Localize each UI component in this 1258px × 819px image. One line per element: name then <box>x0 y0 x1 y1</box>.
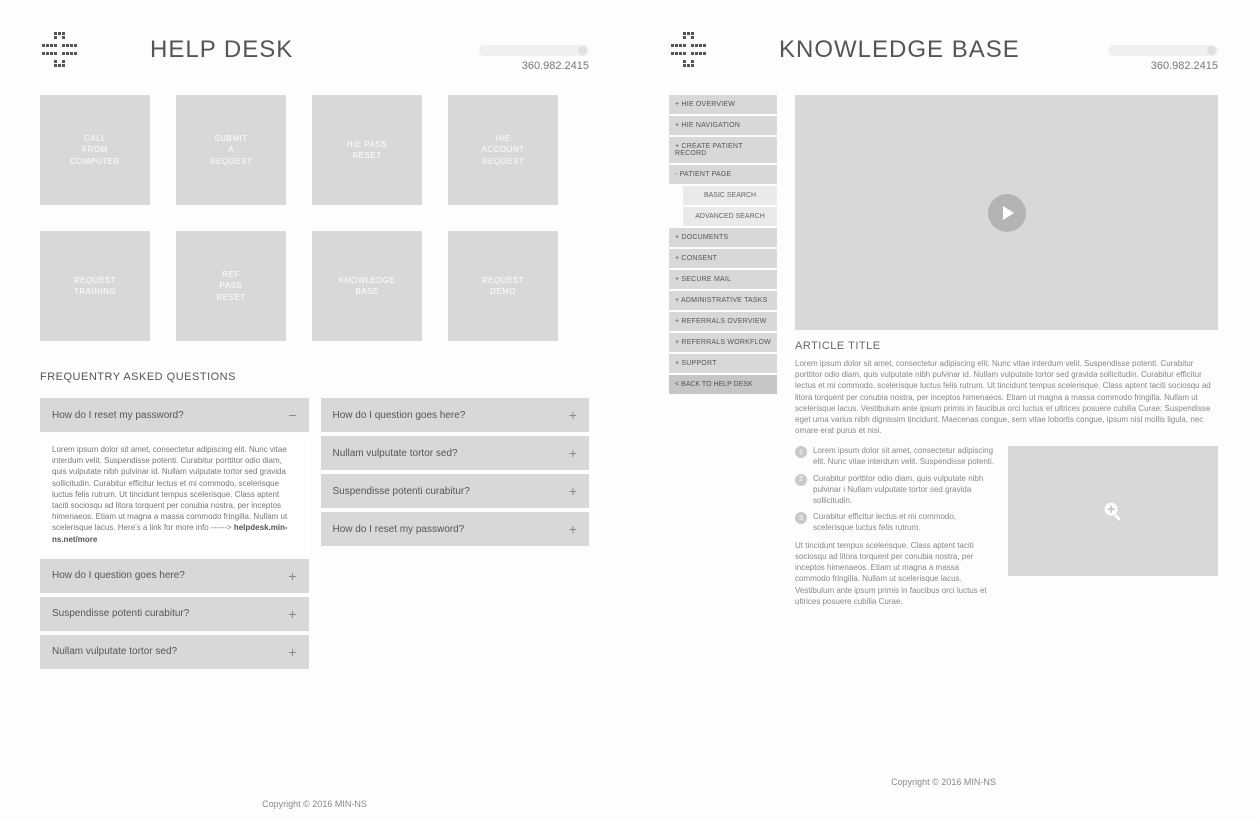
help-desk-panel: HELP DESK 360.982.2415 CALLFROMCOMPUTER … <box>0 0 629 819</box>
step-number-icon: 3 <box>795 512 807 524</box>
faq-label: Nullam vulputate tortor sed? <box>333 448 458 459</box>
plus-icon: + <box>569 483 577 499</box>
tile-submit-request[interactable]: SUBMITAREQUEST <box>176 95 286 205</box>
tile-call-from-computer[interactable]: CALLFROMCOMPUTER <box>40 95 150 205</box>
minus-icon: − <box>288 407 296 423</box>
sidebar-item-consent[interactable]: + CONSENT <box>669 249 777 268</box>
footer: Copyright © 2016 MIN-NS <box>40 799 589 809</box>
sidebar-sub-advanced-search[interactable]: ADVANCED SEARCH <box>683 207 777 226</box>
step-text: Lorem ipsum dolor sit amet, consectetur … <box>813 446 996 468</box>
logo-icon <box>669 30 709 70</box>
faq-item[interactable]: How do I question goes here? + <box>321 398 590 432</box>
sidebar-item-referrals-workflow[interactable]: + REFERRALS WORKFLOW <box>669 333 777 352</box>
sidebar-item-support[interactable]: + SUPPORT <box>669 354 777 373</box>
faq-item[interactable]: How do I reset my password? − <box>40 398 309 432</box>
logo-icon <box>40 30 80 70</box>
footer: Copyright © 2016 MIN-NS <box>669 777 1218 787</box>
article: ARTICLE TITLE Lorem ipsum dolor sit amet… <box>795 95 1218 607</box>
tiles-grid: CALLFROMCOMPUTER SUBMITAREQUEST HIE PASS… <box>40 95 589 341</box>
faq-label: Suspendisse potenti curabitur? <box>333 486 470 497</box>
tile-hie-account-request[interactable]: HIEACCOUNTREQUEST <box>448 95 558 205</box>
faq-item[interactable]: Suspendisse potenti curabitur? + <box>40 597 309 631</box>
plus-icon: + <box>288 606 296 622</box>
sidebar-item-referrals-overview[interactable]: + REFERRALS OVERVIEW <box>669 312 777 331</box>
sidebar-item-secure-mail[interactable]: + SECURE MAIL <box>669 270 777 289</box>
search-input[interactable] <box>479 45 589 56</box>
faq-label: Nullam vulputate tortor sed? <box>52 646 177 657</box>
faq-item[interactable]: Suspendisse potenti curabitur? + <box>321 474 590 508</box>
image-zoom-box[interactable] <box>1008 446 1218 576</box>
page-title: KNOWLEDGE BASE <box>779 36 1020 64</box>
knowledge-base-panel: KNOWLEDGE BASE 360.982.2415 + HIE OVERVI… <box>629 0 1258 819</box>
phone-number: 360.982.2415 <box>1151 60 1218 72</box>
faq-label: Suspendisse potenti curabitur? <box>52 608 189 619</box>
sidebar-item-admin-tasks[interactable]: + ADMINISTRATIVE TASKS <box>669 291 777 310</box>
tile-knowledge-base[interactable]: KNOWLEDGEBASE <box>312 231 422 341</box>
faq-item[interactable]: Nullam vulputate tortor sed? + <box>321 436 590 470</box>
sidebar-back-button[interactable]: < BACK TO HELP DESK <box>669 375 777 394</box>
plus-icon: + <box>569 407 577 423</box>
sidebar-sub-basic-search[interactable]: BASIC SEARCH <box>683 186 777 205</box>
plus-icon: + <box>569 445 577 461</box>
step-text: Curabitur efficitur lectus et mi commodo… <box>813 512 996 534</box>
faq-body: Lorem ipsum dolor sit amet, consectetur … <box>40 436 309 555</box>
phone-number: 360.982.2415 <box>522 60 589 72</box>
sidebar-item-hie-overview[interactable]: + HIE OVERVIEW <box>669 95 777 114</box>
video-player[interactable] <box>795 95 1218 330</box>
faq-item[interactable]: How do I question goes here? + <box>40 559 309 593</box>
tile-request-training[interactable]: REQUESTTRAINING <box>40 231 150 341</box>
plus-icon: + <box>288 568 296 584</box>
article-paragraph: Lorem ipsum dolor sit amet, consectetur … <box>795 358 1218 436</box>
step-number-icon: 2 <box>795 474 807 486</box>
faq-label: How do I reset my password? <box>52 410 184 421</box>
faq-heading: FREQUENTRY ASKED QUESTIONS <box>40 371 589 383</box>
steps-list: 1 Lorem ipsum dolor sit amet, consectetur… <box>795 446 996 607</box>
sidebar-item-hie-navigation[interactable]: + HIE NAVIGATION <box>669 116 777 135</box>
sidebar-item-patient-page[interactable]: - PATIENT PAGE <box>669 165 777 184</box>
article-title: ARTICLE TITLE <box>795 340 1218 352</box>
step-number-icon: 1 <box>795 446 807 458</box>
faq-item[interactable]: Nullam vulputate tortor sed? + <box>40 635 309 669</box>
kb-sidebar: + HIE OVERVIEW + HIE NAVIGATION + CREATE… <box>669 95 777 607</box>
sidebar-item-create-patient-record[interactable]: + CREATE PATIENT RECORD <box>669 137 777 163</box>
faq-item[interactable]: How do I reset my password? + <box>321 512 590 546</box>
plus-icon: + <box>288 644 296 660</box>
play-icon <box>988 194 1026 232</box>
step-text: Curabitur porttitor odio diam, quis vulp… <box>813 474 996 506</box>
faq-label: How do I question goes here? <box>333 410 466 421</box>
sidebar-item-documents[interactable]: + DOCUMENTS <box>669 228 777 247</box>
plus-icon: + <box>569 521 577 537</box>
tile-request-demo[interactable]: REQUESTDEMO <box>448 231 558 341</box>
tile-ref-pass-reset[interactable]: REFPASSRESET <box>176 231 286 341</box>
page-title: HELP DESK <box>150 36 293 64</box>
tile-hie-pass-reset[interactable]: HIE PASSRESET <box>312 95 422 205</box>
faq-label: How do I reset my password? <box>333 524 465 535</box>
article-paragraph: Ut tincidunt tempus scelerisque. Class a… <box>795 540 996 607</box>
search-input[interactable] <box>1108 45 1218 56</box>
faq-label: How do I question goes here? <box>52 570 185 581</box>
magnifier-plus-icon <box>1102 500 1124 522</box>
